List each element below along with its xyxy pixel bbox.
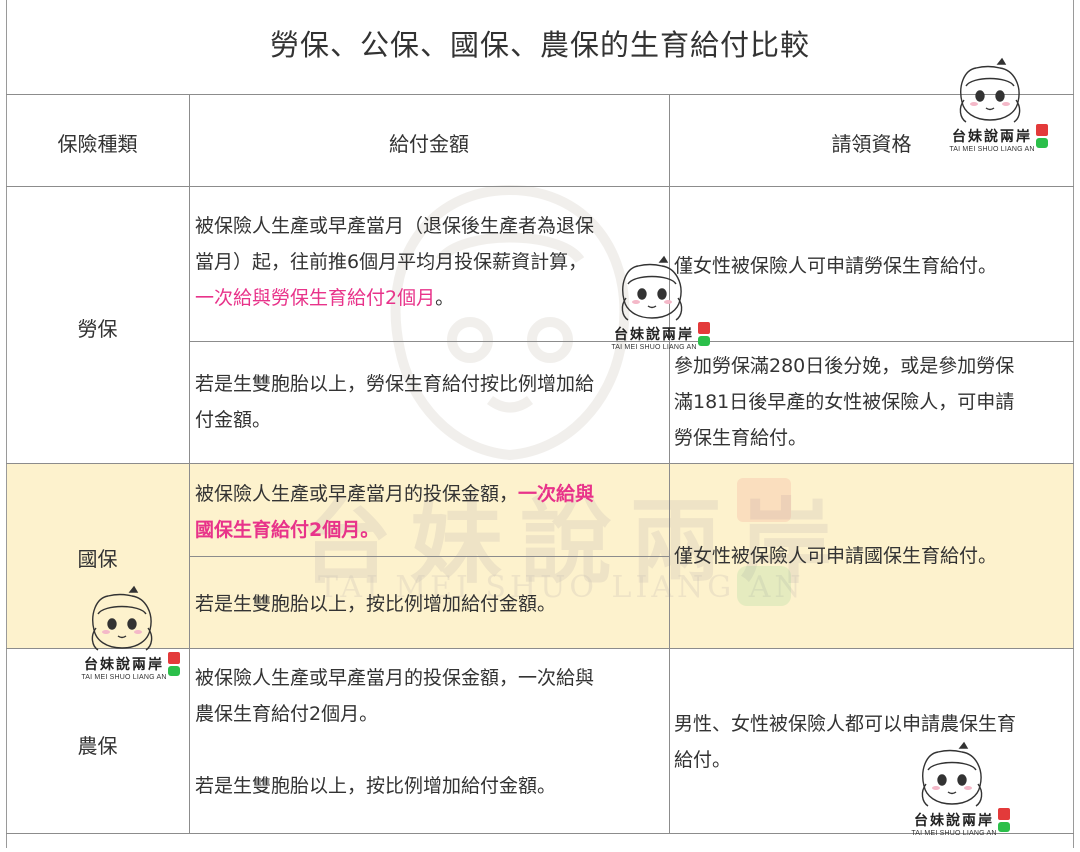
grid-line bbox=[669, 94, 670, 834]
watermark-sticker-logo: 台妹說兩岸 TAI MEI SHUO LIANG AN bbox=[898, 740, 1010, 852]
national-highlight-text: 一次給與 bbox=[518, 483, 595, 505]
labor-eligibility-2: 參加勞保滿280日後分娩，或是參加勞保 滿181日後早產的女性被保險人，可申請 … bbox=[674, 348, 1074, 456]
farmer-eligibility-line: 男性、女性被保險人都可以申請農保生育 bbox=[674, 713, 1017, 735]
red-badge-icon bbox=[168, 652, 180, 664]
labor-amount-2: 若是生雙胞胎以上，勞保生育給付按比例增加給 付金額。 bbox=[195, 366, 665, 438]
page-title: 勞保、公保、國保、農保的生育給付比較 bbox=[269, 28, 810, 62]
sticker-name-text: 台妹說兩岸 bbox=[914, 813, 994, 829]
national-amount-1-line: 被保險人生產或早產當月的投保金額，一次給與 bbox=[195, 476, 665, 512]
sticker-name-text: 台妹說兩岸 bbox=[614, 327, 694, 343]
national-highlight-text: 國保生育給付2個月。 bbox=[195, 519, 380, 541]
farmer-amount-1: 被保險人生產或早產當月的投保金額，一次給與 農保生育給付2個月。 bbox=[195, 660, 665, 732]
national-amount-2: 若是生雙胞胎以上，按比例增加給付金額。 bbox=[195, 593, 557, 615]
labor-eligibility-2-line: 參加勞保滿280日後分娩，或是參加勞保 bbox=[674, 355, 1015, 377]
farmer-amount-1-line: 被保險人生產或早產當月的投保金額，一次給與 bbox=[195, 667, 595, 689]
national-amount-1: 被保險人生產或早產當月的投保金額，一次給與 國保生育給付2個月。 bbox=[195, 476, 665, 548]
farmer-amount-2: 若是生雙胞胎以上，按比例增加給付金額。 bbox=[195, 775, 557, 797]
sticker-name-text: 台妹說兩岸 bbox=[84, 657, 164, 673]
grid-line bbox=[6, 463, 1074, 464]
green-badge-icon bbox=[1036, 138, 1048, 148]
red-badge-icon bbox=[698, 322, 710, 334]
girl-avatar-icon bbox=[959, 57, 1021, 123]
watermark-sticker-logo: 台妹說兩岸 TAI MEI SHUO LIANG AN bbox=[936, 56, 1048, 168]
watermark-sticker-logo: 台妹說兩岸 TAI MEI SHUO LIANG AN bbox=[68, 584, 180, 696]
grid-line bbox=[189, 94, 190, 834]
sticker-latin-text: TAI MEI SHUO LIANG AN bbox=[949, 146, 1035, 153]
sticker-latin-text: TAI MEI SHUO LIANG AN bbox=[611, 344, 697, 351]
girl-avatar-icon bbox=[91, 585, 153, 651]
grid-line bbox=[189, 556, 669, 557]
watermark-sticker-logo: 台妹說兩岸 TAI MEI SHUO LIANG AN bbox=[598, 254, 710, 366]
sticker-name-text: 台妹說兩岸 bbox=[952, 129, 1032, 145]
header-benefit-amount: 給付金額 bbox=[389, 132, 469, 156]
labor-amount-1-line: 被保險人生產或早產當月（退保後生產者為退保 bbox=[195, 215, 595, 237]
green-badge-icon bbox=[998, 822, 1010, 832]
labor-highlight-text: 一次給與勞保生育給付2個月 bbox=[195, 287, 436, 309]
girl-avatar-icon bbox=[621, 255, 683, 321]
national-eligibility: 僅女性被保險人可申請國保生育給付。 bbox=[674, 545, 998, 567]
national-amount-1-pre: 被保險人生產或早產當月的投保金額， bbox=[195, 483, 519, 505]
sticker-latin-text: TAI MEI SHUO LIANG AN bbox=[81, 674, 167, 681]
labor-eligibility-2-line: 滿181日後早產的女性被保險人，可申請 bbox=[674, 391, 1015, 413]
grid-line bbox=[6, 186, 1074, 187]
labor-amount-1-line: 一次給與勞保生育給付2個月。 bbox=[195, 280, 665, 316]
red-badge-icon bbox=[998, 808, 1010, 820]
labor-amount-1-line: 當月）起，往前推6個月平均月投保薪資計算， bbox=[195, 251, 588, 273]
labor-amount-1-tail: 。 bbox=[435, 287, 455, 309]
labor-amount-1: 被保險人生產或早產當月（退保後生產者為退保 當月）起，往前推6個月平均月投保薪資… bbox=[195, 208, 665, 316]
girl-avatar-icon bbox=[921, 741, 983, 807]
row-label-national: 國保 bbox=[77, 547, 118, 571]
green-badge-icon bbox=[168, 666, 180, 676]
labor-amount-2-line: 若是生雙胞胎以上，勞保生育給付按比例增加給 bbox=[195, 373, 595, 395]
labor-eligibility-1: 僅女性被保險人可申請勞保生育給付。 bbox=[674, 255, 998, 277]
farmer-eligibility-line: 給付。 bbox=[674, 749, 732, 771]
sticker-latin-text: TAI MEI SHUO LIANG AN bbox=[911, 830, 997, 837]
labor-amount-2-line: 付金額。 bbox=[195, 409, 272, 431]
farmer-amount-1-line: 農保生育給付2個月。 bbox=[195, 703, 379, 725]
labor-eligibility-2-line: 勞保生育給付。 bbox=[674, 427, 808, 449]
red-badge-icon bbox=[1036, 124, 1048, 136]
green-badge-icon bbox=[698, 336, 710, 346]
grid-line bbox=[6, 94, 1074, 95]
row-label-farmer: 農保 bbox=[77, 734, 118, 758]
row-label-labor: 勞保 bbox=[77, 317, 118, 341]
header-insurance-type: 保險種類 bbox=[57, 132, 138, 156]
farmer-eligibility: 男性、女性被保險人都可以申請農保生育 給付。 bbox=[674, 706, 1074, 778]
